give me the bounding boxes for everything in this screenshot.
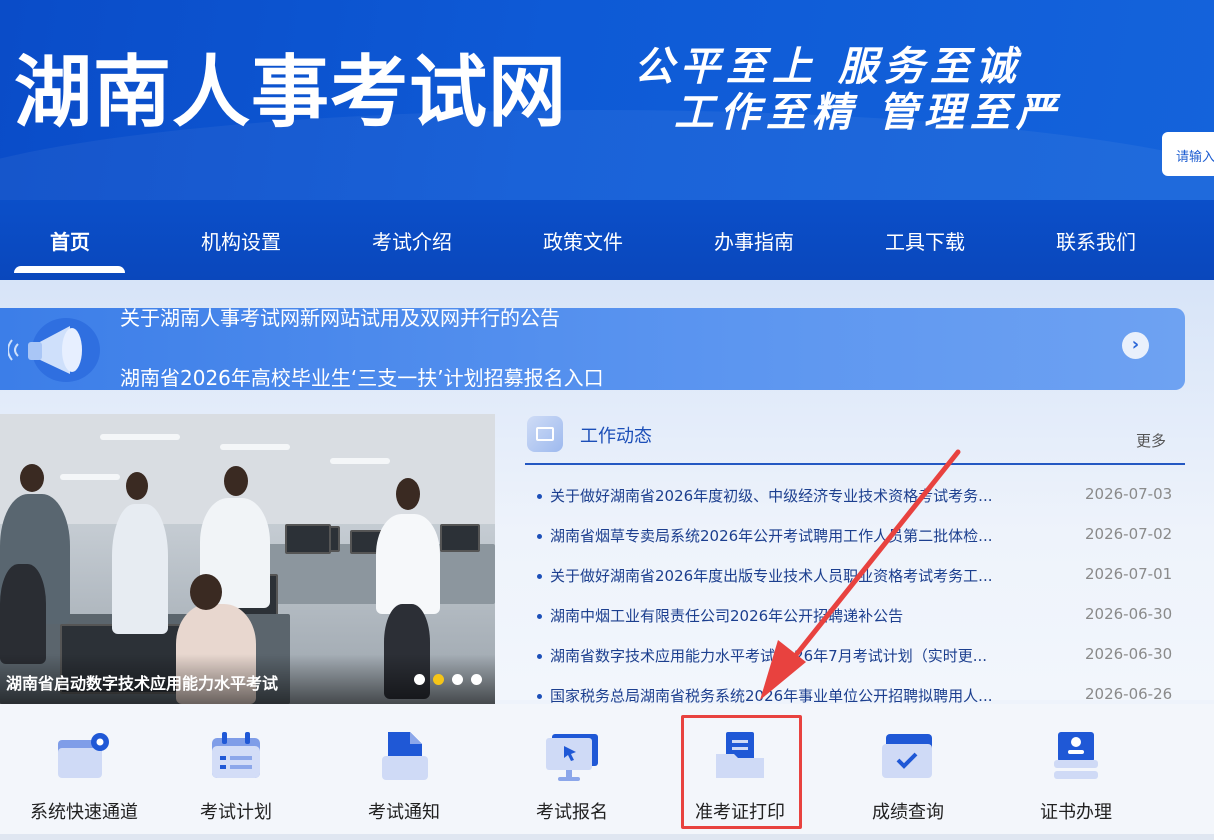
bullet-icon <box>537 614 542 619</box>
carousel-caption[interactable]: 湖南省启动数字技术应用能力水平考试 <box>6 670 278 694</box>
gear-window-icon <box>58 733 109 778</box>
main-nav: 首页 机构设置 考试介绍 政策文件 办事指南 工具下载 联系我们 <box>0 200 1214 280</box>
quick-link-fast-channel[interactable]: 系统快速通道 <box>0 704 168 840</box>
bullet-icon <box>537 494 542 499</box>
nav-active-indicator <box>14 266 125 273</box>
nav-item-downloads[interactable]: 工具下载 <box>885 226 965 255</box>
nav-item-policy[interactable]: 政策文件 <box>543 226 623 255</box>
news-section-title[interactable]: 工作动态 <box>580 422 652 448</box>
quick-link-certificate[interactable]: 证书办理 <box>992 704 1160 840</box>
calendar-icon <box>212 732 260 778</box>
news-item-date: 2026-07-02 <box>1085 525 1173 543</box>
person-head <box>396 478 420 510</box>
news-item[interactable]: 湖南省烟草专卖局系统2026年公开考试聘用工作人员第二批体检... 2026-0… <box>537 525 1182 549</box>
news-item-date: 2026-06-30 <box>1085 645 1173 663</box>
quick-link-label: 考试报名 <box>536 802 608 823</box>
chevron-right-icon[interactable]: › <box>1122 332 1149 359</box>
quick-link-label: 考试计划 <box>200 802 272 823</box>
score-check-icon <box>882 734 932 778</box>
news-more-link[interactable]: 更多 <box>1136 430 1166 451</box>
highlight-box <box>681 715 802 829</box>
news-item-date: 2026-06-26 <box>1085 685 1173 703</box>
slogan-line-2: 工作至精 管理至严 <box>674 89 1062 136</box>
person-head <box>224 466 248 496</box>
page-bottom-edge <box>0 834 1214 840</box>
nav-item-home[interactable]: 首页 <box>50 226 90 255</box>
person <box>0 564 46 664</box>
certificate-icon <box>1054 732 1098 779</box>
person <box>112 504 168 634</box>
carousel-dot-3[interactable] <box>452 674 463 685</box>
nav-item-guide[interactable]: 办事指南 <box>714 226 794 255</box>
nav-item-organization[interactable]: 机构设置 <box>201 226 281 255</box>
ceiling-light <box>60 474 120 480</box>
quick-link-label: 成绩查询 <box>872 802 944 823</box>
person-head <box>190 574 222 610</box>
quick-link-exam-notice[interactable]: 考试通知 <box>320 704 488 840</box>
bullet-icon <box>537 694 542 699</box>
monitor <box>440 524 480 552</box>
carousel-dot-4[interactable] <box>471 674 482 685</box>
news-divider <box>525 463 1185 465</box>
ceiling-light <box>220 444 290 450</box>
monitor-cursor-icon <box>546 734 598 781</box>
monitor <box>285 524 331 554</box>
person <box>376 514 440 614</box>
site-header: 湖南人事考试网 公平至上 服务至诚 工作至精 管理至严 请输入 <box>0 0 1214 200</box>
quick-link-label: 证书办理 <box>1040 802 1112 823</box>
bullet-icon <box>537 574 542 579</box>
news-item[interactable]: 关于做好湖南省2026年度初级、中级经济专业技术资格考试考务... 2026-0… <box>537 485 1182 509</box>
quick-link-label: 考试通知 <box>368 802 440 823</box>
quick-link-label: 系统快速通道 <box>30 802 138 823</box>
news-item[interactable]: 关于做好湖南省2026年度出版专业技术人员职业资格考试考务工... 2026-0… <box>537 565 1182 589</box>
notice-item-2[interactable]: 湖南省2026年高校毕业生‘三支一扶’计划招募报名入口 <box>120 362 604 390</box>
news-item-title[interactable]: 关于做好湖南省2026年度出版专业技术人员职业资格考试考务工... <box>550 565 1020 586</box>
quick-link-exam-plan[interactable]: 考试计划 <box>152 704 320 840</box>
bullet-icon <box>537 654 542 659</box>
ceiling-light <box>100 434 180 440</box>
news-item-title[interactable]: 关于做好湖南省2026年度初级、中级经济专业技术资格考试考务... <box>550 485 1020 506</box>
nav-item-contact[interactable]: 联系我们 <box>1056 226 1136 255</box>
news-item[interactable]: 湖南中烟工业有限责任公司2026年公开招聘递补公告 2026-06-30 <box>537 605 1182 629</box>
news-item-date: 2026-07-03 <box>1085 485 1173 503</box>
bullet-icon <box>537 534 542 539</box>
ceiling-light <box>330 458 390 464</box>
search-input[interactable]: 请输入 <box>1162 132 1214 176</box>
quick-link-score-query[interactable]: 成绩查询 <box>824 704 992 840</box>
news-item[interactable]: 湖南省数字技术应用能力水平考试2026年7月考试计划（实时更... 2026-0… <box>537 645 1182 669</box>
news-item-title[interactable]: 湖南省数字技术应用能力水平考试2026年7月考试计划（实时更... <box>550 645 1020 666</box>
quick-link-exam-registration[interactable]: 考试报名 <box>488 704 656 840</box>
person-head <box>126 472 148 500</box>
person-head <box>20 464 44 492</box>
carousel-dot-2[interactable] <box>433 674 444 685</box>
news-item-date: 2026-06-30 <box>1085 605 1173 623</box>
newspaper-icon <box>527 416 563 452</box>
news-item-date: 2026-07-01 <box>1085 565 1173 583</box>
nav-item-exam-intro[interactable]: 考试介绍 <box>372 226 452 255</box>
site-title[interactable]: 湖南人事考试网 <box>14 30 567 142</box>
document-icon <box>382 732 428 780</box>
notice-item-1[interactable]: 关于湖南人事考试网新网站试用及双网并行的公告 <box>120 308 560 331</box>
notice-bar: 关于湖南人事考试网新网站试用及双网并行的公告 湖南省2026年高校毕业生‘三支一… <box>0 308 1185 390</box>
news-carousel[interactable]: 湖南省启动数字技术应用能力水平考试 <box>0 414 495 704</box>
news-item-title[interactable]: 湖南中烟工业有限责任公司2026年公开招聘递补公告 <box>550 605 1020 626</box>
news-item-title[interactable]: 湖南省烟草专卖局系统2026年公开考试聘用工作人员第二批体检... <box>550 525 1020 546</box>
megaphone-icon <box>8 318 100 382</box>
carousel-dot-1[interactable] <box>414 674 425 685</box>
news-item-title[interactable]: 国家税务总局湖南省税务系统2026年事业单位公开招聘拟聘用人... <box>550 685 1020 706</box>
